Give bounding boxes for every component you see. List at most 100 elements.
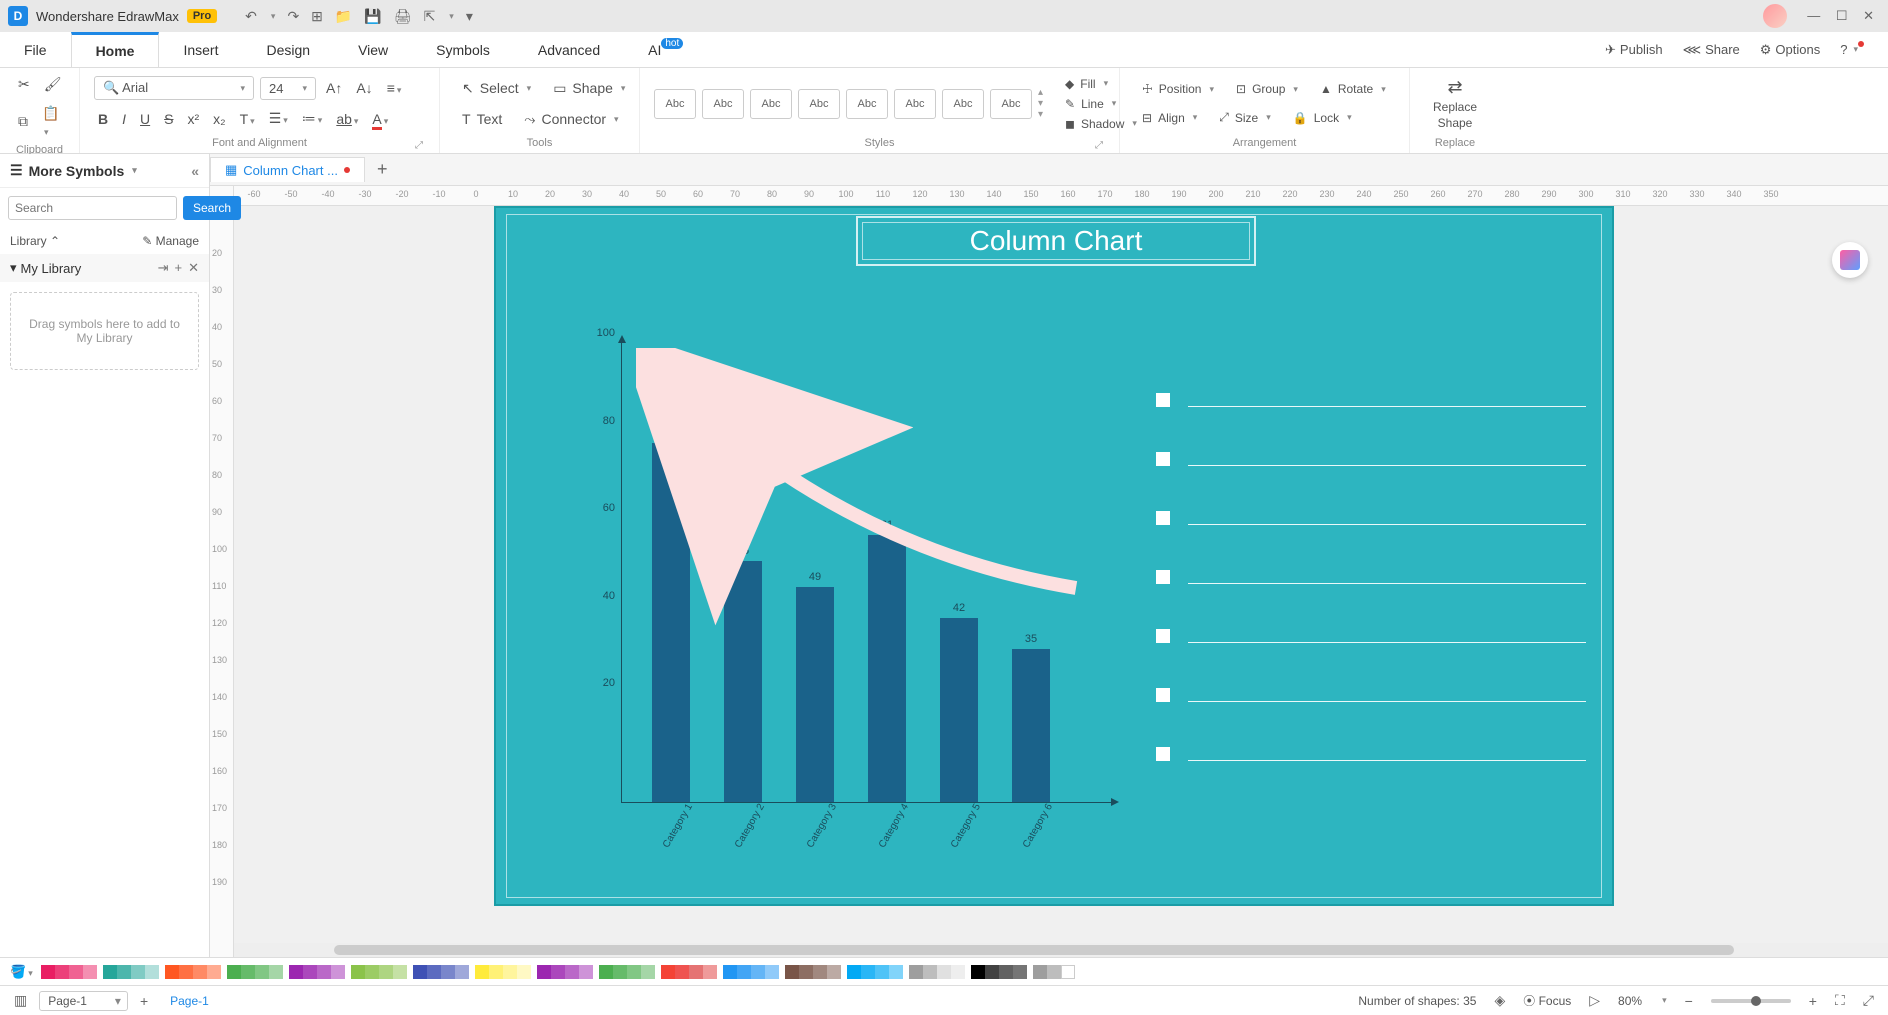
menu-symbols[interactable]: Symbols: [412, 32, 514, 67]
fill-bucket-icon[interactable]: 🪣▾: [10, 964, 33, 980]
legend-area[interactable]: [1156, 393, 1586, 806]
italic-icon[interactable]: I: [118, 107, 130, 131]
qa-more-icon[interactable]: ▾: [466, 8, 473, 25]
style-swatch[interactable]: Abc: [846, 89, 888, 119]
color-swatch[interactable]: [785, 965, 799, 979]
align-icon[interactable]: ≡▾: [383, 76, 406, 100]
color-swatch[interactable]: [241, 965, 255, 979]
color-swatch[interactable]: [55, 965, 69, 979]
style-swatch[interactable]: Abc: [942, 89, 984, 119]
menu-file[interactable]: File: [0, 32, 71, 67]
minimize-icon[interactable]: —: [1801, 8, 1826, 23]
font-family-select[interactable]: 🔍 Arial▾: [94, 76, 254, 100]
close-icon[interactable]: ✕: [1857, 8, 1880, 23]
color-swatch[interactable]: [861, 965, 875, 979]
undo-dropdown[interactable]: ▾: [271, 11, 276, 22]
add-page-button[interactable]: +: [140, 993, 148, 1009]
color-swatch[interactable]: [971, 965, 985, 979]
color-swatch[interactable]: [131, 965, 145, 979]
color-swatch[interactable]: [1061, 965, 1075, 979]
color-swatch[interactable]: [985, 965, 999, 979]
mylib-dropzone[interactable]: Drag symbols here to add to My Library: [10, 292, 199, 370]
mylib-import-icon[interactable]: ⇥: [158, 260, 169, 276]
size-button[interactable]: ⤢ Size▾: [1211, 106, 1278, 129]
legend-row[interactable]: [1156, 629, 1586, 643]
style-swatch[interactable]: Abc: [798, 89, 840, 119]
color-swatch[interactable]: [475, 965, 489, 979]
position-button[interactable]: ☩ Position▾: [1134, 78, 1222, 100]
color-swatch[interactable]: [703, 965, 717, 979]
select-tool[interactable]: ↖ Select▾: [454, 76, 539, 101]
color-swatch[interactable]: [165, 965, 179, 979]
focus-button[interactable]: ⦿ Focus: [1523, 992, 1571, 1009]
legend-checkbox[interactable]: [1156, 393, 1170, 407]
color-swatch[interactable]: [455, 965, 469, 979]
legend-row[interactable]: [1156, 570, 1586, 584]
style-swatch[interactable]: Abc: [702, 89, 744, 119]
legend-checkbox[interactable]: [1156, 747, 1170, 761]
color-swatch[interactable]: [627, 965, 641, 979]
color-swatch[interactable]: [103, 965, 117, 979]
search-button[interactable]: Search: [183, 196, 241, 220]
color-swatch[interactable]: [269, 965, 283, 979]
subscript-icon[interactable]: x₂: [209, 107, 229, 131]
connector-tool[interactable]: ⤳ Connector▾: [516, 107, 626, 132]
color-swatch[interactable]: [641, 965, 655, 979]
fit-page-icon[interactable]: ⛶: [1835, 992, 1845, 1009]
color-swatch[interactable]: [937, 965, 951, 979]
color-swatch[interactable]: [579, 965, 593, 979]
align-button[interactable]: ⊟ Align▾: [1134, 107, 1205, 129]
menu-home[interactable]: Home: [71, 32, 160, 67]
sidebar-title-dropdown[interactable]: ▾: [132, 165, 137, 176]
style-scroll-down[interactable]: ▾: [1038, 98, 1043, 109]
list-icon[interactable]: ≔▾: [298, 106, 327, 131]
style-expand[interactable]: ▾: [1038, 109, 1043, 120]
color-swatch[interactable]: [551, 965, 565, 979]
color-swatch[interactable]: [413, 965, 427, 979]
style-gallery[interactable]: AbcAbcAbcAbcAbcAbcAbcAbc: [654, 89, 1032, 119]
color-swatch[interactable]: [255, 965, 269, 979]
color-swatch[interactable]: [827, 965, 841, 979]
redo-icon[interactable]: ↷: [287, 8, 299, 25]
mylib-expand-icon[interactable]: ▾: [10, 260, 17, 276]
font-size-select[interactable]: 24▾: [260, 77, 316, 100]
legend-line[interactable]: [1188, 465, 1586, 466]
open-icon[interactable]: 📁: [335, 8, 352, 25]
color-swatch[interactable]: [1013, 965, 1027, 979]
color-swatch[interactable]: [503, 965, 517, 979]
undo-icon[interactable]: ↶: [245, 8, 257, 25]
export-dropdown[interactable]: ▾: [449, 11, 454, 22]
mylib-add-icon[interactable]: +: [175, 260, 183, 276]
options-button[interactable]: ⚙Options: [1760, 42, 1820, 58]
legend-line[interactable]: [1188, 701, 1586, 702]
menu-design[interactable]: Design: [242, 32, 334, 67]
zoom-out-button[interactable]: −: [1685, 993, 1693, 1009]
chart-title-frame[interactable]: Column Chart: [856, 216, 1256, 266]
superscript-icon[interactable]: x²: [183, 107, 203, 131]
legend-line[interactable]: [1188, 760, 1586, 761]
bold-icon[interactable]: B: [94, 107, 112, 131]
document-tab[interactable]: ▦ Column Chart ...: [210, 157, 365, 182]
color-swatch[interactable]: [751, 965, 765, 979]
page-tab[interactable]: Page-1: [160, 994, 219, 1008]
color-swatch[interactable]: [289, 965, 303, 979]
color-swatch[interactable]: [69, 965, 83, 979]
color-swatch[interactable]: [923, 965, 937, 979]
case-icon[interactable]: T▾: [236, 107, 259, 131]
bar[interactable]: 35: [1012, 649, 1050, 802]
legend-checkbox[interactable]: [1156, 629, 1170, 643]
color-swatch[interactable]: [331, 965, 345, 979]
color-swatch[interactable]: [889, 965, 903, 979]
text-tool[interactable]: T Text: [454, 107, 510, 131]
replace-shape-button[interactable]: ⇄ Replace Shape: [1423, 73, 1487, 134]
copy-icon[interactable]: ⧉: [14, 109, 32, 134]
cut-icon[interactable]: ✂: [14, 72, 34, 97]
save-icon[interactable]: 💾: [364, 8, 381, 25]
paste-icon[interactable]: 📋▾: [38, 101, 66, 142]
color-swatch[interactable]: [441, 965, 455, 979]
horizontal-scrollbar[interactable]: [234, 943, 1888, 957]
fullscreen-icon[interactable]: ⤢: [1863, 992, 1874, 1009]
legend-line[interactable]: [1188, 524, 1586, 525]
color-swatch[interactable]: [723, 965, 737, 979]
page-select[interactable]: Page-1: [39, 991, 128, 1011]
